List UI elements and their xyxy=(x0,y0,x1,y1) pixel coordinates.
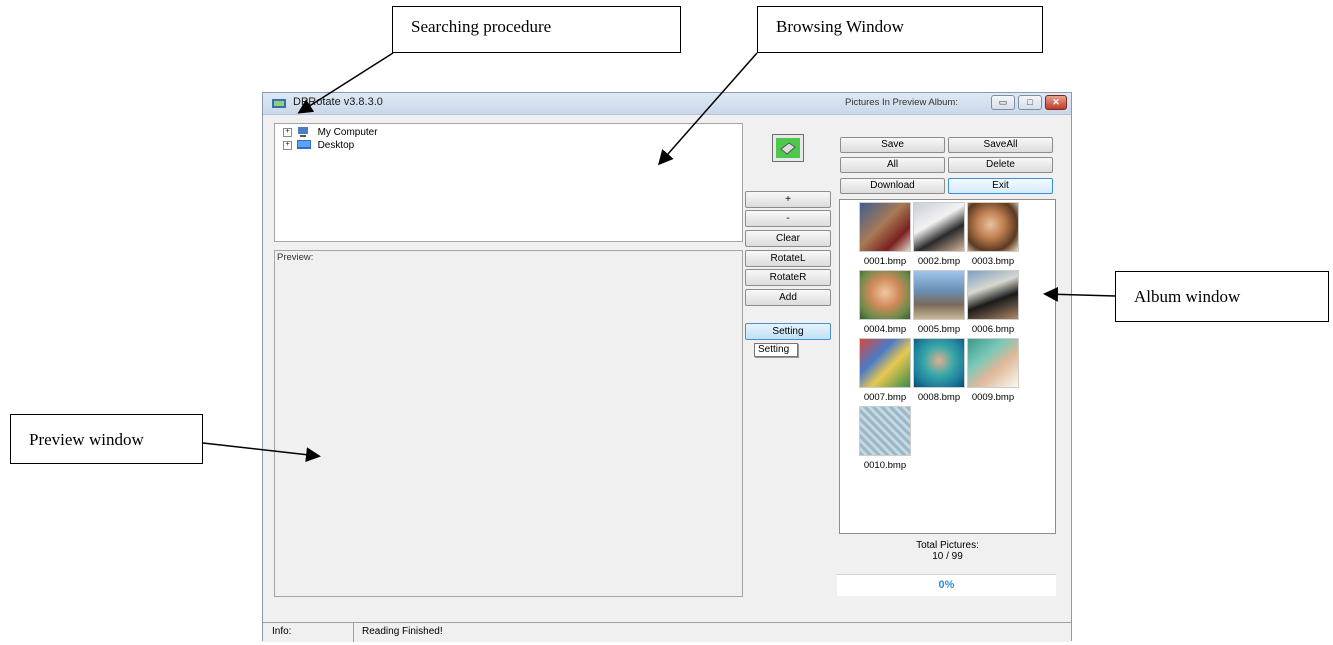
thumbnail-image xyxy=(913,202,965,252)
status-bar: Info: Reading Finished! xyxy=(263,622,1071,642)
album-thumbnail[interactable]: 0003.bmp xyxy=(967,202,1019,267)
tree-item-label: Desktop xyxy=(317,140,355,151)
save-button[interactable]: Save xyxy=(840,137,945,153)
thumbnail-caption: 0007.bmp xyxy=(863,392,907,403)
thumbnail-caption: 0001.bmp xyxy=(863,256,907,267)
album-thumbnail[interactable]: 0009.bmp xyxy=(967,338,1019,403)
rotate-left-button[interactable]: RotateL xyxy=(745,250,831,267)
app-icon xyxy=(272,99,286,108)
add-button[interactable]: Add xyxy=(745,289,831,306)
thumbnail-caption: 0010.bmp xyxy=(863,460,907,471)
zoom-in-button[interactable]: + xyxy=(745,191,831,208)
desktop-icon xyxy=(296,140,311,150)
thumbnail-image xyxy=(913,270,965,320)
album-label: Pictures In Preview Album: xyxy=(845,97,958,108)
thumbnail-image xyxy=(967,202,1019,252)
close-icon[interactable]: ✕ xyxy=(1045,95,1067,110)
minimize-icon[interactable]: ▭ xyxy=(991,95,1015,110)
computer-icon xyxy=(297,127,308,138)
camera-glyph-icon xyxy=(776,138,800,158)
app-window: DPRotate v3.8.3.0 ▭ □ ✕ + My Computer + … xyxy=(262,92,1072,642)
preview-label: Preview: xyxy=(277,252,314,263)
total-pictures-label: Total Pictures: xyxy=(916,540,979,551)
tree-item-my-computer[interactable]: + My Computer xyxy=(283,127,378,139)
maximize-icon[interactable]: □ xyxy=(1018,95,1042,110)
expand-icon[interactable]: + xyxy=(283,127,292,137)
album-thumbnail[interactable]: 0002.bmp xyxy=(913,202,965,267)
thumbnail-caption: 0003.bmp xyxy=(971,256,1015,267)
thumbnail-caption: 0009.bmp xyxy=(971,392,1015,403)
status-label: Info: xyxy=(272,626,292,637)
album-thumbnail[interactable]: 0006.bmp xyxy=(967,270,1019,335)
thumbnail-image xyxy=(859,406,911,456)
album-panel[interactable]: 0001.bmp 0002.bmp 0003.bmp 0004.bmp 0005… xyxy=(839,199,1056,534)
save-all-button[interactable]: SaveAll xyxy=(948,137,1053,153)
setting-tooltip: Setting xyxy=(754,343,798,357)
download-button[interactable]: Download xyxy=(840,178,945,194)
rotate-right-button[interactable]: RotateR xyxy=(745,269,831,286)
preview-panel: Preview: xyxy=(274,250,743,597)
progress-percent: 0% xyxy=(938,579,955,591)
thumbnail-caption: 0006.bmp xyxy=(971,324,1015,335)
thumbnail-image xyxy=(913,338,965,388)
thumbnail-image xyxy=(967,270,1019,320)
progress-bar: 0% xyxy=(837,574,1056,596)
window-title: DPRotate v3.8.3.0 xyxy=(293,96,383,108)
clear-button[interactable]: Clear xyxy=(745,230,831,247)
camera-icon[interactable] xyxy=(772,134,804,162)
callout-browsing-text: Browsing Window xyxy=(776,17,904,36)
thumbnail-image xyxy=(859,202,911,252)
album-thumbnail[interactable]: 0004.bmp xyxy=(859,270,911,335)
delete-button[interactable]: Delete xyxy=(948,157,1053,173)
folder-tree[interactable]: + My Computer + Desktop xyxy=(274,123,743,242)
callout-album-text: Album window xyxy=(1134,287,1241,306)
tree-item-label: My Computer xyxy=(317,127,378,138)
setting-button[interactable]: Setting xyxy=(745,323,831,340)
callout-searching-procedure: Searching procedure xyxy=(392,6,681,53)
exit-button[interactable]: Exit xyxy=(948,178,1053,194)
callout-searching-text: Searching procedure xyxy=(411,17,552,36)
thumbnail-image xyxy=(859,338,911,388)
thumbnail-caption: 0005.bmp xyxy=(917,324,961,335)
total-pictures-value: 10 / 99 xyxy=(932,551,963,562)
album-thumbnail[interactable]: 0007.bmp xyxy=(859,338,911,403)
thumbnail-image xyxy=(859,270,911,320)
thumbnail-caption: 0002.bmp xyxy=(917,256,961,267)
status-message: Reading Finished! xyxy=(362,626,443,637)
callout-album-window: Album window xyxy=(1115,271,1329,322)
callout-browsing-window: Browsing Window xyxy=(757,6,1043,53)
zoom-out-button[interactable]: - xyxy=(745,210,831,227)
thumbnail-caption: 0008.bmp xyxy=(917,392,961,403)
expand-icon[interactable]: + xyxy=(283,140,292,150)
thumbnail-caption: 0004.bmp xyxy=(863,324,907,335)
album-thumbnail[interactable]: 0010.bmp xyxy=(859,406,911,471)
album-thumbnail[interactable]: 0001.bmp xyxy=(859,202,911,267)
select-all-button[interactable]: All xyxy=(840,157,945,173)
callout-preview-text: Preview window xyxy=(29,430,144,449)
album-thumbnail[interactable]: 0008.bmp xyxy=(913,338,965,403)
total-pictures: Total Pictures: 10 / 99 xyxy=(839,540,1056,562)
thumbnail-image xyxy=(967,338,1019,388)
callout-preview-window: Preview window xyxy=(10,414,203,464)
album-thumbnail[interactable]: 0005.bmp xyxy=(913,270,965,335)
status-separator xyxy=(353,623,354,642)
tree-item-desktop[interactable]: + Desktop xyxy=(283,140,354,152)
